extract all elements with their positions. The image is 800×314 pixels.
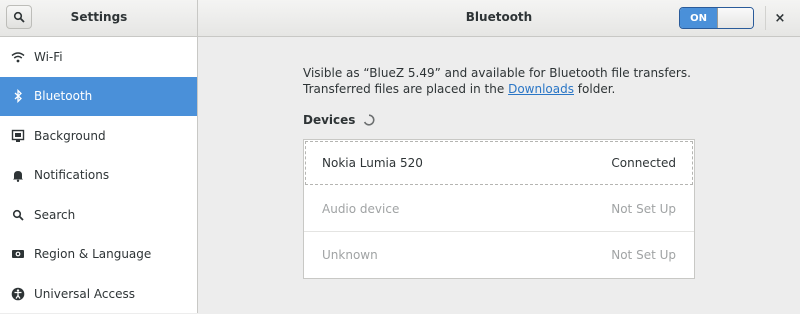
device-row[interactable]: Unknown Not Set Up: [304, 232, 694, 278]
sidebar-item-background[interactable]: Background: [0, 116, 197, 156]
sidebar-item-label: Search: [34, 207, 76, 222]
devices-list: Nokia Lumia 520 Connected Audio device N…: [303, 139, 695, 279]
device-name: Audio device: [322, 201, 400, 216]
toggle-knob[interactable]: [717, 8, 753, 28]
sidebar-item-label: Notifications: [34, 168, 110, 183]
header-bar: Settings Bluetooth ON ×: [0, 0, 800, 37]
header-separator: [765, 6, 766, 30]
background-icon: [10, 128, 26, 144]
downloads-link[interactable]: Downloads: [508, 82, 574, 96]
sidebar-item-label: Bluetooth: [34, 89, 93, 104]
region-icon: [10, 246, 26, 262]
accessibility-icon: [10, 286, 26, 302]
toggle-on-label: ON: [680, 8, 717, 28]
wifi-icon: [10, 49, 26, 65]
sidebar-item-notifications[interactable]: Notifications: [0, 156, 197, 196]
description-text-end: folder.: [573, 82, 616, 96]
sidebar: Wi-Fi Bluetooth Background Notifications: [0, 37, 198, 313]
sidebar-item-universal-access[interactable]: Universal Access: [0, 274, 197, 314]
main-panel: Visible as “BlueZ 5.49” and available fo…: [198, 37, 800, 313]
sidebar-item-label: Wi-Fi: [34, 49, 63, 64]
sidebar-item-region-language[interactable]: Region & Language: [0, 235, 197, 275]
header-left-pane: Settings: [0, 0, 198, 36]
device-row[interactable]: Nokia Lumia 520 Connected: [305, 141, 693, 185]
device-status: Not Set Up: [611, 248, 676, 262]
app-title: Settings: [70, 10, 128, 24]
description-line-2: Transferred files are placed in the Down…: [303, 81, 695, 97]
sidebar-item-label: Region & Language: [34, 247, 152, 262]
bluetooth-toggle[interactable]: ON: [679, 7, 754, 29]
device-status: Not Set Up: [611, 201, 676, 216]
devices-heading: Devices: [303, 113, 375, 127]
sidebar-item-search[interactable]: Search: [0, 195, 197, 235]
bell-icon: [10, 167, 26, 183]
devices-title: Devices: [303, 113, 356, 127]
sidebar-item-wifi[interactable]: Wi-Fi: [0, 37, 197, 77]
search-icon: [10, 207, 26, 223]
device-row[interactable]: Audio device Not Set Up: [304, 186, 694, 232]
close-icon: ×: [774, 10, 786, 26]
description-text: Transferred files are placed in the: [303, 82, 509, 96]
device-name: Nokia Lumia 520: [322, 156, 423, 170]
description-line-1: Visible as “BlueZ 5.49” and available fo…: [303, 66, 691, 80]
sidebar-item-bluetooth[interactable]: Bluetooth: [0, 76, 197, 116]
sidebar-item-label: Background: [34, 128, 106, 143]
bluetooth-icon: [10, 88, 26, 104]
close-button[interactable]: ×: [770, 9, 790, 27]
visibility-description: Visible as “BlueZ 5.49” and available fo…: [303, 65, 695, 97]
sidebar-item-label: Universal Access: [34, 286, 135, 301]
spinner-icon: [364, 114, 375, 126]
device-name: Unknown: [322, 248, 378, 262]
device-status: Connected: [611, 156, 676, 170]
